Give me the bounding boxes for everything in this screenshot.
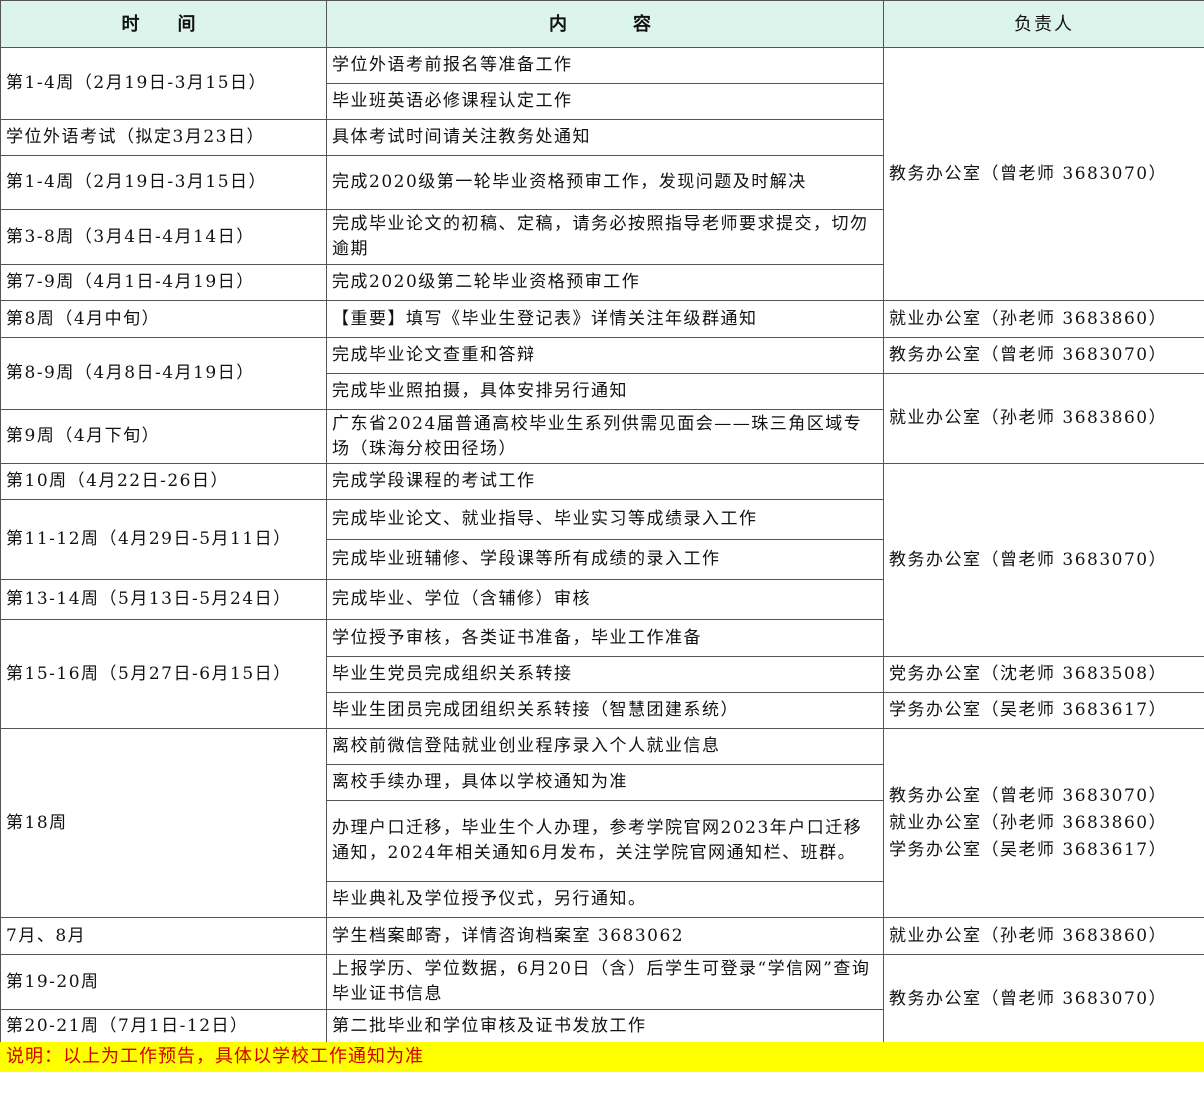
table-row: 第18周 离校前微信登陆就业创业程序录入个人就业信息 教务办公室（曾老师 368… [0,728,1204,918]
time-cell: 学位外语考试（拟定3月23日） [0,119,327,156]
owner-cell: 教务办公室（曾老师 3683070） [883,463,1204,657]
time-cell: 第13-14周（5月13日-5月24日） [0,579,327,620]
content-cell: 广东省2024届普通高校毕业生系列供需见面会——珠三角区域专场（珠海分校田径场） [326,409,884,464]
content-cell: 完成毕业照拍摄，具体安排另行通知 [326,373,884,410]
schedule-table: 时 间 内 容 负责人 第1-4周（2月19日-3月15日） 学位外语考前报名等… [0,0,1204,1044]
content-cell: 上报学历、学位数据，6月20日（含）后学生可登录“学信网”查询毕业证书信息 [326,954,884,1010]
content-cell: 毕业班英语必修课程认定工作 [326,83,884,120]
content-cell: 毕业典礼及学位授予仪式，另行通知。 [326,881,884,918]
time-cell: 第11-12周（4月29日-5月11日） [0,499,327,580]
time-cell: 第7-9周（4月1日-4月19日） [0,264,327,301]
content-cell: 完成2020级第二轮毕业资格预审工作 [326,264,884,301]
table-row: 第8周（4月中旬） 【重要】填写《毕业生登记表》详情关注年级群通知 就业办公室（… [0,300,1204,338]
content-cell: 毕业生党员完成组织关系转接 [326,656,884,693]
header-time: 时 间 [0,0,327,48]
content-cell: 办理户口迁移，毕业生个人办理，参考学院官网2023年户口迁移通知，2024年相关… [326,800,884,882]
content-cell: 第二批毕业和学位审核及证书发放工作 [326,1009,884,1044]
time-cell: 第1-4周（2月19日-3月15日） [0,155,327,210]
content-cell: 完成毕业、学位（含辅修）审核 [326,579,884,620]
content-cell: 完成毕业论文的初稿、定稿，请务必按照指导老师要求提交，切勿逾期 [326,209,884,265]
owner-cell: 教务办公室（曾老师 3683070） [883,954,1204,1044]
owner-line: 学务办公室（吴老师 3683617） [889,839,1168,860]
time-cell: 第8周（4月中旬） [0,300,327,338]
content-cell: 学位外语考前报名等准备工作 [326,47,884,84]
footnote: 说明：以上为工作预告，具体以学校工作通知为准 [0,1042,1204,1072]
owner-line: 教务办公室（曾老师 3683070） [889,785,1168,806]
time-cell: 第3-8周（3月4日-4月14日） [0,209,327,265]
owner-cell: 教务办公室（曾老师 3683070） [883,337,1204,374]
content-cell: 具体考试时间请关注教务处通知 [326,119,884,156]
time-cell: 第8-9周（4月8日-4月19日） [0,337,327,410]
time-cell: 第20-21周（7月1日-12日） [0,1009,327,1044]
header-row: 时 间 内 容 负责人 [0,0,1204,48]
content-cell: 完成毕业论文查重和答辩 [326,337,884,374]
time-cell: 第10周（4月22日-26日） [0,463,327,500]
content-cell: 学位授予审核，各类证书准备，毕业工作准备 [326,619,884,657]
owner-cell: 学务办公室（吴老师 3683617） [883,692,1204,729]
content-cell: 离校手续办理，具体以学校通知为准 [326,764,884,801]
content-cell: 完成学段课程的考试工作 [326,463,884,500]
content-cell: 完成毕业论文、就业指导、毕业实习等成绩录入工作 [326,499,884,540]
time-cell: 第15-16周（5月27日-6月15日） [0,619,327,729]
owner-cell: 就业办公室（孙老师 3683860） [883,300,1204,338]
time-cell: 第18周 [0,728,327,918]
content-cell: 完成毕业班辅修、学段课等所有成绩的录入工作 [326,539,884,580]
header-content: 内 容 [326,0,884,48]
table-row: 第1-4周（2月19日-3月15日） 学位外语考前报名等准备工作 教务办公室（曾… [0,47,1204,301]
table-row: 第19-20周 上报学历、学位数据，6月20日（含）后学生可登录“学信网”查询毕… [0,954,1204,1044]
time-cell: 第9周（4月下旬） [0,409,327,464]
content-cell: 【重要】填写《毕业生登记表》详情关注年级群通知 [326,300,884,338]
time-cell: 第19-20周 [0,954,327,1010]
owner-cell: 就业办公室（孙老师 3683860） [883,917,1204,955]
header-owner: 负责人 [883,0,1204,48]
owner-line: 就业办公室（孙老师 3683860） [889,812,1168,833]
time-cell: 7月、8月 [0,917,327,955]
table-row: 第10周（4月22日-26日） 完成学段课程的考试工作 教务办公室（曾老师 36… [0,463,1204,657]
content-cell: 离校前微信登陆就业创业程序录入个人就业信息 [326,728,884,765]
owner-cell: 教务办公室（曾老师 3683070） [883,47,1204,301]
content-cell: 学生档案邮寄，详情咨询档案室 3683062 [326,917,884,955]
time-cell: 第1-4周（2月19日-3月15日） [0,47,327,120]
owner-cell-multi: 教务办公室（曾老师 3683070） 就业办公室（孙老师 3683860） 学务… [883,728,1204,918]
content-cell: 完成2020级第一轮毕业资格预审工作，发现问题及时解决 [326,155,884,210]
owner-cell: 党务办公室（沈老师 3683508） [883,656,1204,693]
owner-cell: 就业办公室（孙老师 3683860） [883,373,1204,464]
table-row: 第8-9周（4月8日-4月19日） 完成毕业论文查重和答辩 教务办公室（曾老师 … [0,337,1204,410]
content-cell: 毕业生团员完成团组织关系转接（智慧团建系统） [326,692,884,729]
table-row: 7月、8月 学生档案邮寄，详情咨询档案室 3683062 就业办公室（孙老师 3… [0,917,1204,955]
